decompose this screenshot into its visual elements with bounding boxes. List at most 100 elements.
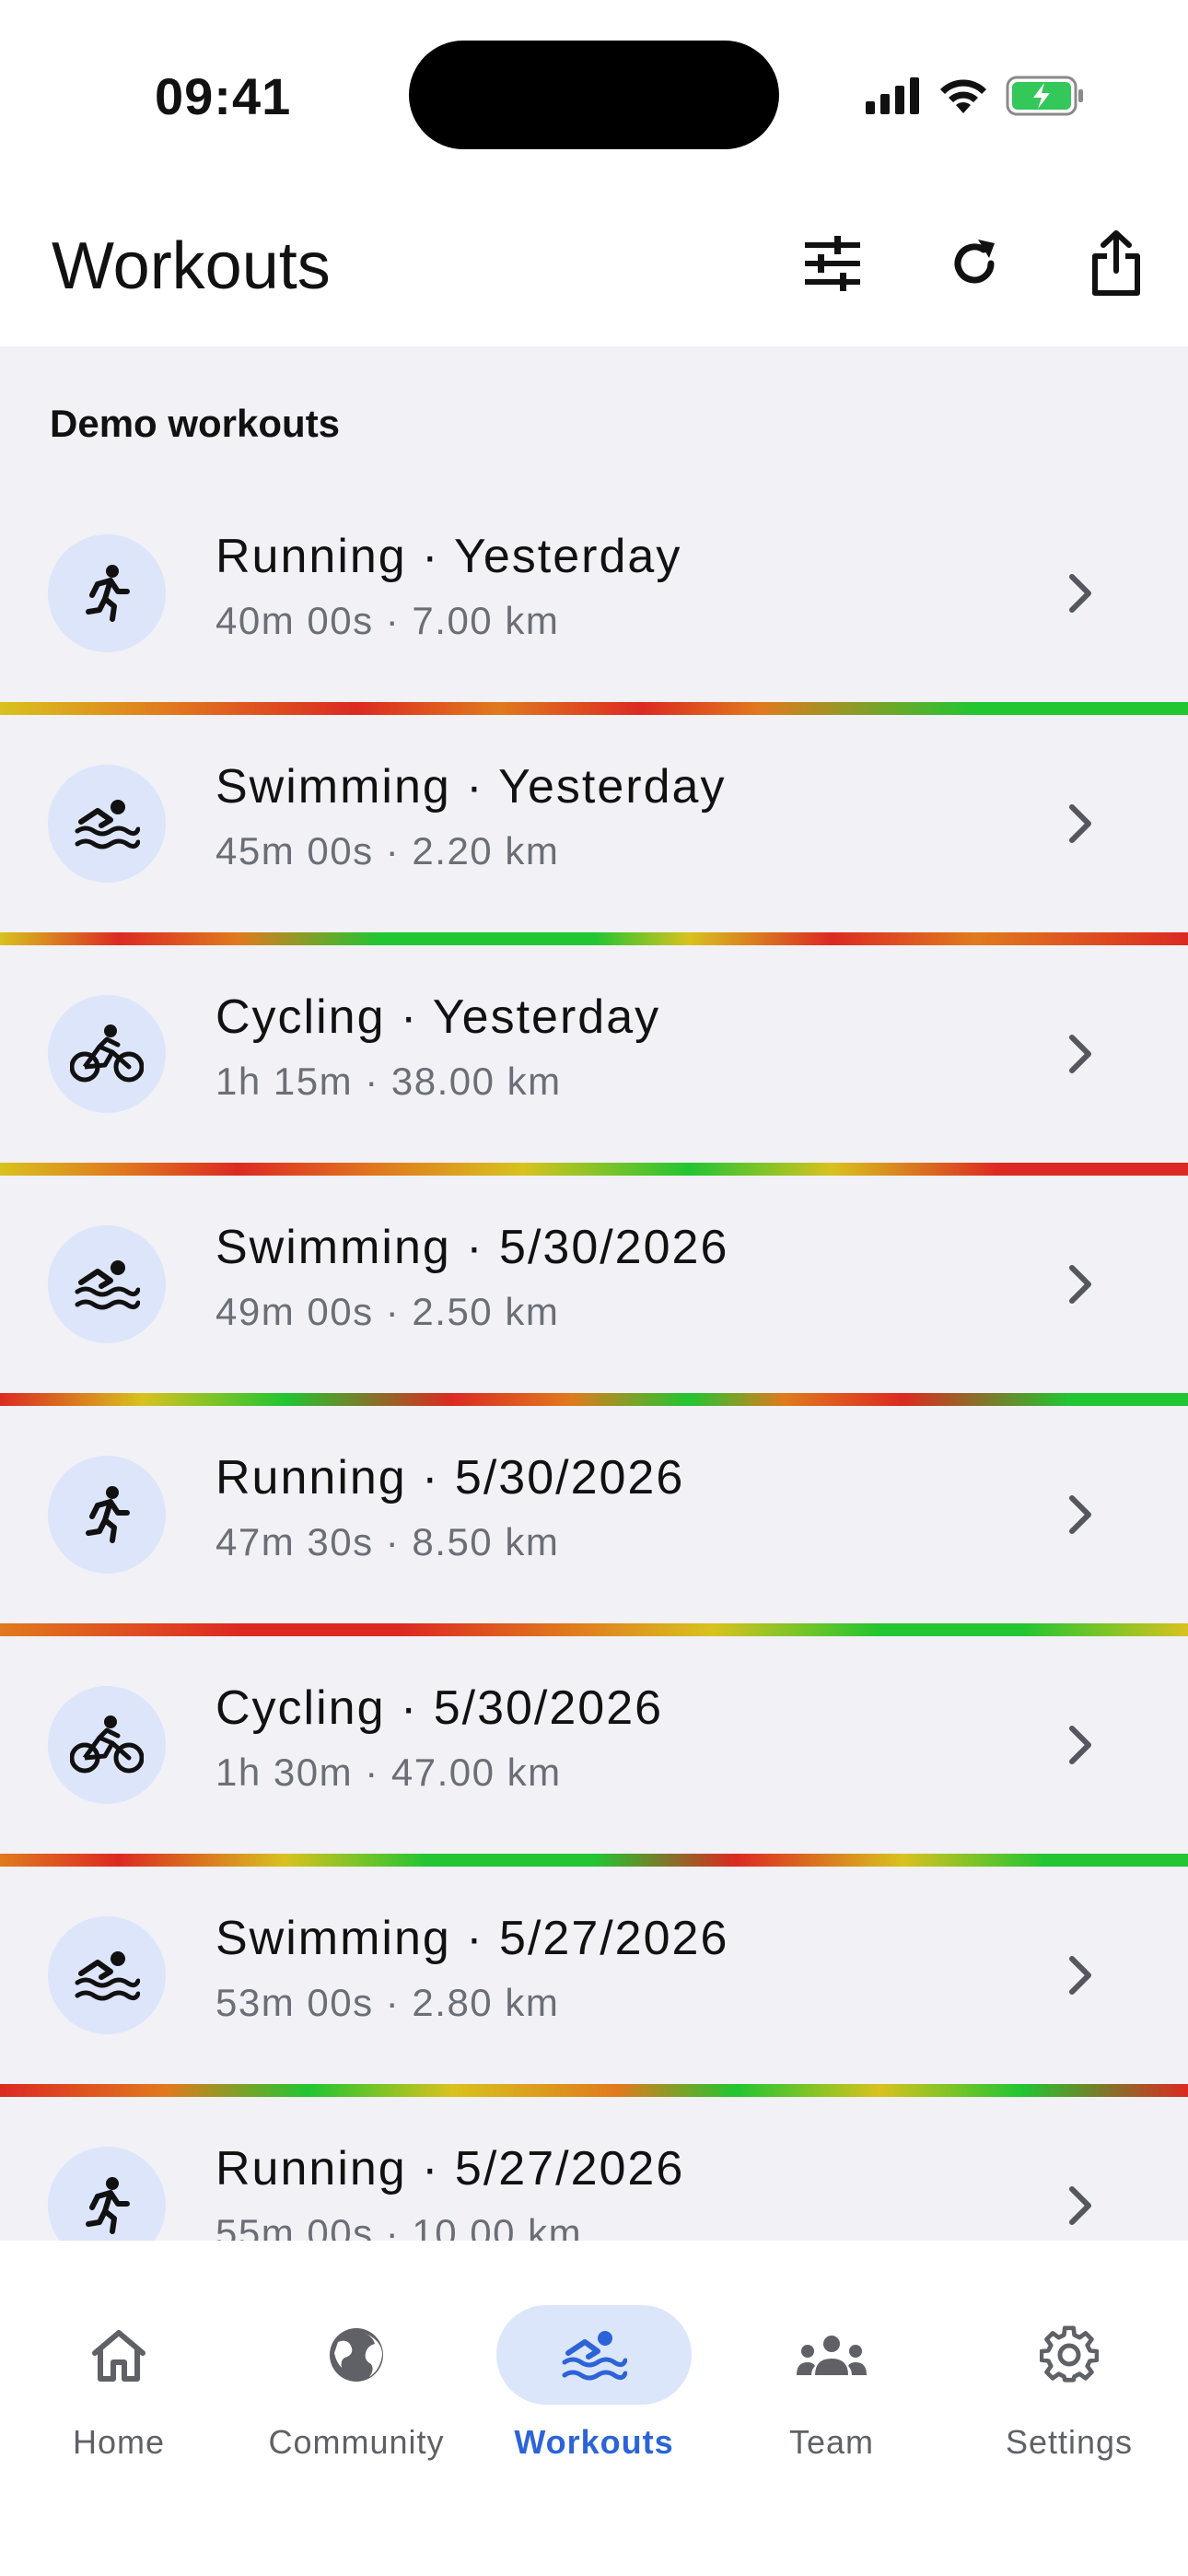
status-time: 09:41 [155,67,292,125]
nav-item-home[interactable]: Home [0,2276,238,2461]
nav-label: Settings [1005,2423,1134,2461]
workout-row-content[interactable]: Cycling · 5/30/2026 1h 30m · 47.00 km [0,1636,1188,1854]
heart-rate-zone-bar [0,932,1188,945]
cycling-icon [70,1025,144,1083]
chevron-right-icon [1069,1726,1091,1764]
heart-rate-zone-bar [0,2084,1188,2097]
workout-row[interactable]: Swimming · 5/30/2026 49m 00s · 2.50 km [0,1176,1188,1406]
nav-icon-container [734,2305,929,2405]
status-bar: 09:41 [0,0,1188,184]
workout-subtitle: 53m 00s · 2.80 km [215,1981,560,2024]
nav-label: Team [788,2423,875,2461]
nav-icon-container [259,2305,454,2405]
workout-row[interactable]: Cycling · Yesterday 1h 15m · 38.00 km [0,945,1188,1176]
status-icons [866,74,1085,118]
workout-list: Running · Yesterday 40m 00s · 7.00 km Sw… [0,485,1188,2241]
home-icon [92,2330,146,2382]
workout-row[interactable]: Running · Yesterday 40m 00s · 7.00 km [0,485,1188,715]
workout-avatar [48,1686,166,1804]
chevron-right-icon [1069,1265,1091,1304]
workout-subtitle: 1h 30m · 47.00 km [215,1751,562,1794]
workouts-list-area[interactable]: Demo workouts Running · Yesterday 40m 00… [0,346,1188,2241]
workout-title: Cycling · Yesterday [215,990,661,1044]
workout-row-content[interactable]: Running · 5/27/2026 55m 00s · 10.00 km [0,2097,1188,2241]
bottom-nav: Home Community Workouts Team Settings [0,2241,1188,2576]
workout-title: Swimming · Yesterday [215,760,727,814]
workout-subtitle: 55m 00s · 10.00 km [215,2211,583,2241]
chevron-right-icon [1069,1956,1091,1995]
chevron-right-icon [1069,2186,1091,2225]
workout-row[interactable]: Swimming · 5/27/2026 53m 00s · 2.80 km [0,1867,1188,2097]
workout-subtitle: 47m 30s · 8.50 km [215,1520,560,1563]
heart-rate-zone-bar [0,1163,1188,1176]
workout-avatar [48,995,166,1113]
refresh-button[interactable] [928,217,1020,310]
filter-button[interactable] [786,217,879,310]
workout-title: Swimming · 5/27/2026 [215,1912,729,1965]
wifi-icon [940,79,986,113]
app-header: Workouts [0,184,1188,346]
chevron-right-icon [1069,574,1091,613]
workout-row-content[interactable]: Running · Yesterday 40m 00s · 7.00 km [0,485,1188,702]
nav-item-community[interactable]: Community [238,2276,475,2461]
workout-title: Running · 5/27/2026 [215,2142,685,2195]
workout-row-content[interactable]: Running · 5/30/2026 47m 30s · 8.50 km [0,1406,1188,1623]
refresh-icon [954,240,995,284]
nav-icon-container [972,2305,1167,2405]
workout-subtitle: 49m 00s · 2.50 km [215,1290,560,1333]
globe-icon [330,2328,383,2382]
nav-icon-container [496,2305,692,2405]
workout-row[interactable]: Swimming · Yesterday 45m 00s · 2.20 km [0,715,1188,945]
workout-row-content[interactable]: Cycling · Yesterday 1h 15m · 38.00 km [0,945,1188,1163]
workout-row-content[interactable]: Swimming · 5/30/2026 49m 00s · 2.50 km [0,1176,1188,1393]
chevron-right-icon [1069,804,1091,843]
running-icon [86,565,130,622]
nav-label: Community [268,2423,445,2461]
chevron-right-icon [1069,1035,1091,1073]
workout-row[interactable]: Running · 5/27/2026 55m 00s · 10.00 km [0,2097,1188,2241]
workout-avatar [48,1456,166,1574]
dynamic-island [409,41,779,149]
nav-item-workouts[interactable]: Workouts [475,2276,713,2461]
heart-rate-zone-bar [0,1854,1188,1867]
swimming-icon [75,1260,140,1310]
workout-subtitle: 40m 00s · 7.00 km [215,599,560,642]
section-title: Demo workouts [50,402,341,445]
nav-item-team[interactable]: Team [713,2276,950,2461]
workout-avatar [48,1225,166,1343]
swimming-icon [562,2331,627,2381]
workout-row[interactable]: Running · 5/30/2026 47m 30s · 8.50 km [0,1406,1188,1636]
workout-title: Running · 5/30/2026 [215,1451,685,1505]
share-icon [1092,230,1140,296]
workout-title: Cycling · 5/30/2026 [215,1681,664,1735]
swimming-icon [75,800,140,849]
heart-rate-zone-bar [0,1623,1188,1636]
running-icon [86,2177,130,2234]
workout-avatar [48,2147,166,2241]
heart-rate-zone-bar [0,1393,1188,1406]
swimming-icon [75,1951,140,2001]
gear-icon [1040,2325,1099,2383]
page-title: Workouts [52,229,331,303]
workout-row-content[interactable]: Swimming · Yesterday 45m 00s · 2.20 km [0,715,1188,932]
running-icon [86,1486,130,1543]
nav-item-settings[interactable]: Settings [950,2276,1188,2461]
workout-title: Running · Yesterday [215,530,682,583]
workout-subtitle: 1h 15m · 38.00 km [215,1060,562,1103]
nav-label: Workouts [514,2423,674,2461]
team-icon [797,2336,867,2375]
nav-label: Home [72,2423,166,2461]
cellular-signal-icon [866,77,919,114]
chevron-right-icon [1069,1495,1091,1534]
cycling-icon [70,1715,144,1774]
workout-row[interactable]: Cycling · 5/30/2026 1h 30m · 47.00 km [0,1636,1188,1867]
workout-avatar [48,534,166,652]
tune-icon [805,236,860,291]
share-button[interactable] [1070,217,1162,310]
workout-subtitle: 45m 00s · 2.20 km [215,829,560,872]
heart-rate-zone-bar [0,702,1188,715]
workout-avatar [48,765,166,883]
workout-title: Swimming · 5/30/2026 [215,1221,729,1274]
workout-row-content[interactable]: Swimming · 5/27/2026 53m 00s · 2.80 km [0,1867,1188,2084]
nav-icon-container [21,2305,216,2405]
